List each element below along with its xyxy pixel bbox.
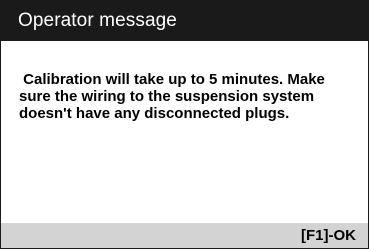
dialog-footer: [F1]-OK	[1, 223, 368, 248]
dialog-message: Calibration will take up to 5 minutes. M…	[19, 71, 325, 122]
ok-button[interactable]: [F1]-OK	[301, 223, 356, 248]
dialog-title: Operator message	[18, 10, 177, 31]
operator-message-dialog: Operator message Calibration will take u…	[0, 0, 369, 249]
dialog-titlebar: Operator message	[1, 1, 368, 41]
